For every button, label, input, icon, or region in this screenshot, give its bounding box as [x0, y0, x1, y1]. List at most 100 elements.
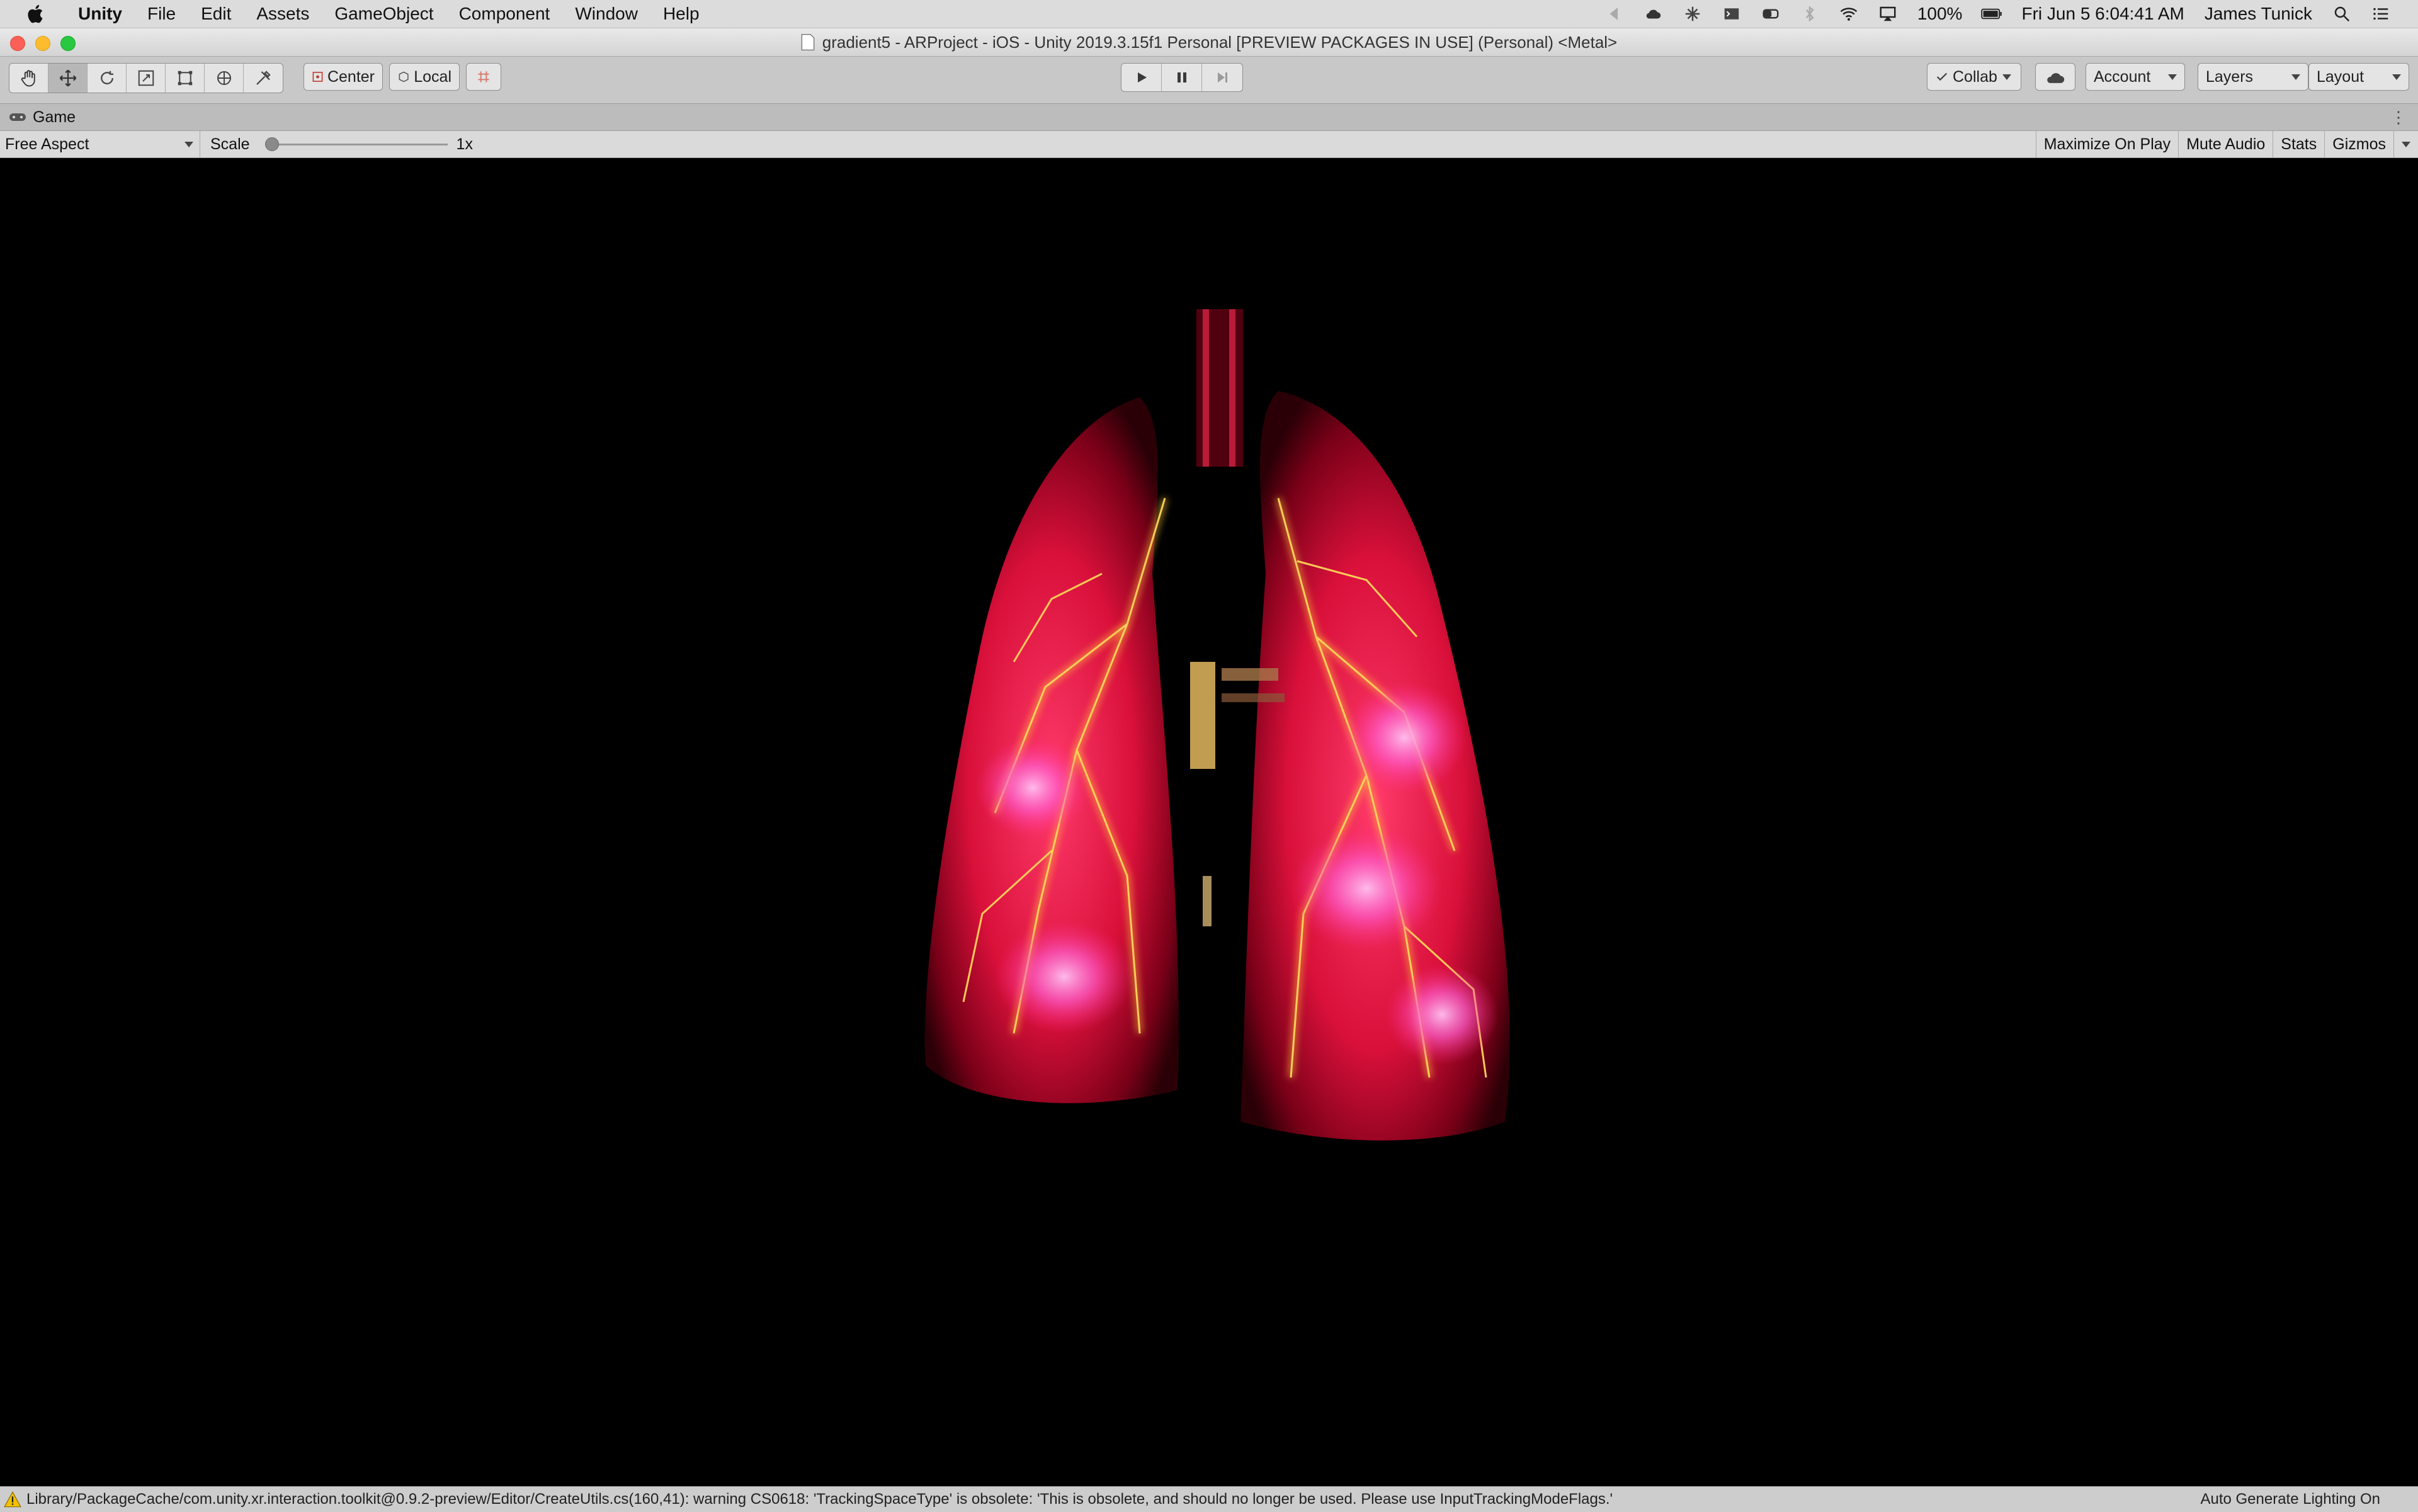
- step-icon: [1218, 72, 1227, 82]
- back-arrow-icon[interactable]: [1604, 4, 1625, 23]
- auto-lighting-status[interactable]: Auto Generate Lighting On: [2200, 1491, 2380, 1508]
- pause-icon: [1177, 72, 1186, 82]
- menu-window[interactable]: Window: [562, 0, 650, 28]
- scale-slider-track: [264, 144, 448, 145]
- playback-controls: [1121, 63, 1243, 92]
- step-button[interactable]: [1202, 64, 1242, 91]
- aspect-ratio-label: Free Aspect: [5, 135, 89, 153]
- scale-tool-icon: [138, 70, 154, 86]
- transform-tool-icon: [217, 71, 231, 85]
- snap-toggle-button[interactable]: [466, 63, 501, 91]
- rotate-tool-button[interactable]: [88, 64, 127, 93]
- tab-options-icon[interactable]: ⋮: [2390, 108, 2407, 127]
- network-icon[interactable]: [1682, 4, 1703, 23]
- pause-button[interactable]: [1162, 64, 1202, 91]
- account-dropdown[interactable]: Account: [2086, 63, 2185, 91]
- chevron-down-icon: [2291, 74, 2300, 80]
- custom-tool-icon: [256, 71, 271, 85]
- scale-slider-thumb[interactable]: [264, 137, 279, 151]
- gizmos-toggle[interactable]: Gizmos: [2324, 131, 2393, 157]
- airplay-icon[interactable]: [1877, 4, 1899, 23]
- gamepad-icon: [9, 113, 26, 121]
- game-view-options: Maximize On Play Mute Audio Stats Gizmos: [2035, 131, 2418, 157]
- user-name[interactable]: James Tunick: [2205, 4, 2312, 24]
- layers-label: Layers: [2206, 67, 2254, 86]
- display-toggle-icon[interactable]: [1760, 4, 1781, 23]
- wifi-icon[interactable]: [1838, 4, 1859, 23]
- menu-file[interactable]: File: [135, 0, 188, 28]
- cloud-services-button[interactable]: [2035, 63, 2075, 91]
- chevron-down-icon: [2402, 141, 2410, 147]
- move-tool-button[interactable]: [48, 64, 88, 93]
- collab-dropdown[interactable]: Collab: [1927, 63, 2021, 91]
- tab-game-label: Game: [33, 108, 76, 126]
- minimize-window-button[interactable]: [35, 36, 50, 51]
- menu-gameobject[interactable]: GameObject: [322, 0, 446, 28]
- play-icon: [1137, 72, 1147, 82]
- chevron-down-icon: [2168, 74, 2177, 80]
- hand-tool-button[interactable]: [9, 64, 48, 93]
- account-label: Account: [2094, 67, 2151, 86]
- play-button[interactable]: [1121, 64, 1162, 91]
- document-icon: [801, 33, 815, 51]
- bluetooth-icon[interactable]: [1799, 4, 1820, 23]
- move-tool-icon: [59, 69, 76, 87]
- pivot-mode-label: Center: [327, 67, 375, 86]
- scale-tool-button[interactable]: [127, 64, 166, 93]
- transform-tools: [9, 63, 283, 93]
- menu-assets[interactable]: Assets: [244, 0, 322, 28]
- custom-tool-button[interactable]: [244, 64, 283, 93]
- pivot-mode-toggle[interactable]: Center: [304, 63, 383, 91]
- layout-dropdown[interactable]: Layout: [2308, 63, 2409, 91]
- maximize-on-play-toggle[interactable]: Maximize On Play: [2035, 131, 2178, 157]
- local-space-icon: [399, 71, 409, 82]
- rect-tool-button[interactable]: [166, 64, 205, 93]
- rotate-tool-icon: [100, 71, 113, 84]
- chevron-down-icon: [2002, 74, 2011, 80]
- apple-icon[interactable]: [24, 2, 48, 26]
- battery-icon[interactable]: [1981, 4, 2002, 23]
- zoom-window-button[interactable]: [60, 36, 76, 51]
- transform-tool-button[interactable]: [205, 64, 244, 93]
- layout-label: Layout: [2317, 67, 2364, 86]
- cloud-drive-icon[interactable]: [1643, 4, 1664, 23]
- console-status-bar[interactable]: Library/PackageCache/com.unity.xr.intera…: [0, 1486, 2418, 1512]
- checkmark-icon: [1936, 72, 1948, 81]
- pivot-rotation-label: Local: [414, 67, 451, 86]
- tab-game[interactable]: Game: [9, 108, 76, 127]
- game-tab-bar: Game ⋮: [0, 104, 2418, 131]
- cloud-icon: [2047, 73, 2065, 83]
- search-icon[interactable]: [2331, 4, 2353, 23]
- console-last-message[interactable]: Library/PackageCache/com.unity.xr.intera…: [26, 1491, 1613, 1508]
- menu-app-unity[interactable]: Unity: [65, 0, 135, 28]
- stats-toggle[interactable]: Stats: [2273, 131, 2324, 157]
- menu-help[interactable]: Help: [650, 0, 712, 28]
- collab-label: Collab: [1953, 67, 1997, 86]
- game-viewport[interactable]: [0, 158, 2418, 1486]
- chevron-down-icon: [184, 142, 193, 147]
- scale-value: 1x: [456, 135, 473, 153]
- aspect-ratio-dropdown[interactable]: Free Aspect: [0, 131, 200, 157]
- scale-slider[interactable]: [264, 131, 448, 157]
- list-menu-icon[interactable]: [2370, 4, 2392, 23]
- clock[interactable]: Fri Jun 5 6:04:41 AM: [2021, 4, 2184, 24]
- menu-bar: Unity File Edit Assets GameObject Compon…: [0, 0, 2418, 28]
- pivot-rotation-toggle[interactable]: Local: [389, 63, 460, 91]
- scale-label: Scale: [210, 135, 250, 153]
- gizmos-dropdown[interactable]: [2393, 131, 2418, 157]
- warning-icon: [4, 1491, 21, 1508]
- menu-component[interactable]: Component: [446, 0, 563, 28]
- window-title-bar: gradient5 - ARProject - iOS - Unity 2019…: [0, 28, 2418, 57]
- layers-dropdown[interactable]: Layers: [2198, 63, 2308, 91]
- window-title: gradient5 - ARProject - iOS - Unity 2019…: [822, 32, 1618, 52]
- main-toolbar: Center Local Collab Account Layers Layou…: [0, 57, 2418, 104]
- chevron-down-icon: [2392, 74, 2401, 80]
- menu-edit[interactable]: Edit: [188, 0, 244, 28]
- terminal-icon[interactable]: [1721, 4, 1742, 23]
- game-view-toolbar: Free Aspect Scale 1x Maximize On Play Mu…: [0, 131, 2418, 158]
- lung-volume-render: [924, 309, 1510, 1140]
- rect-tool-icon: [178, 71, 192, 86]
- close-window-button[interactable]: [10, 36, 25, 51]
- mute-audio-toggle[interactable]: Mute Audio: [2178, 131, 2273, 157]
- pivot-center-icon: [312, 72, 323, 82]
